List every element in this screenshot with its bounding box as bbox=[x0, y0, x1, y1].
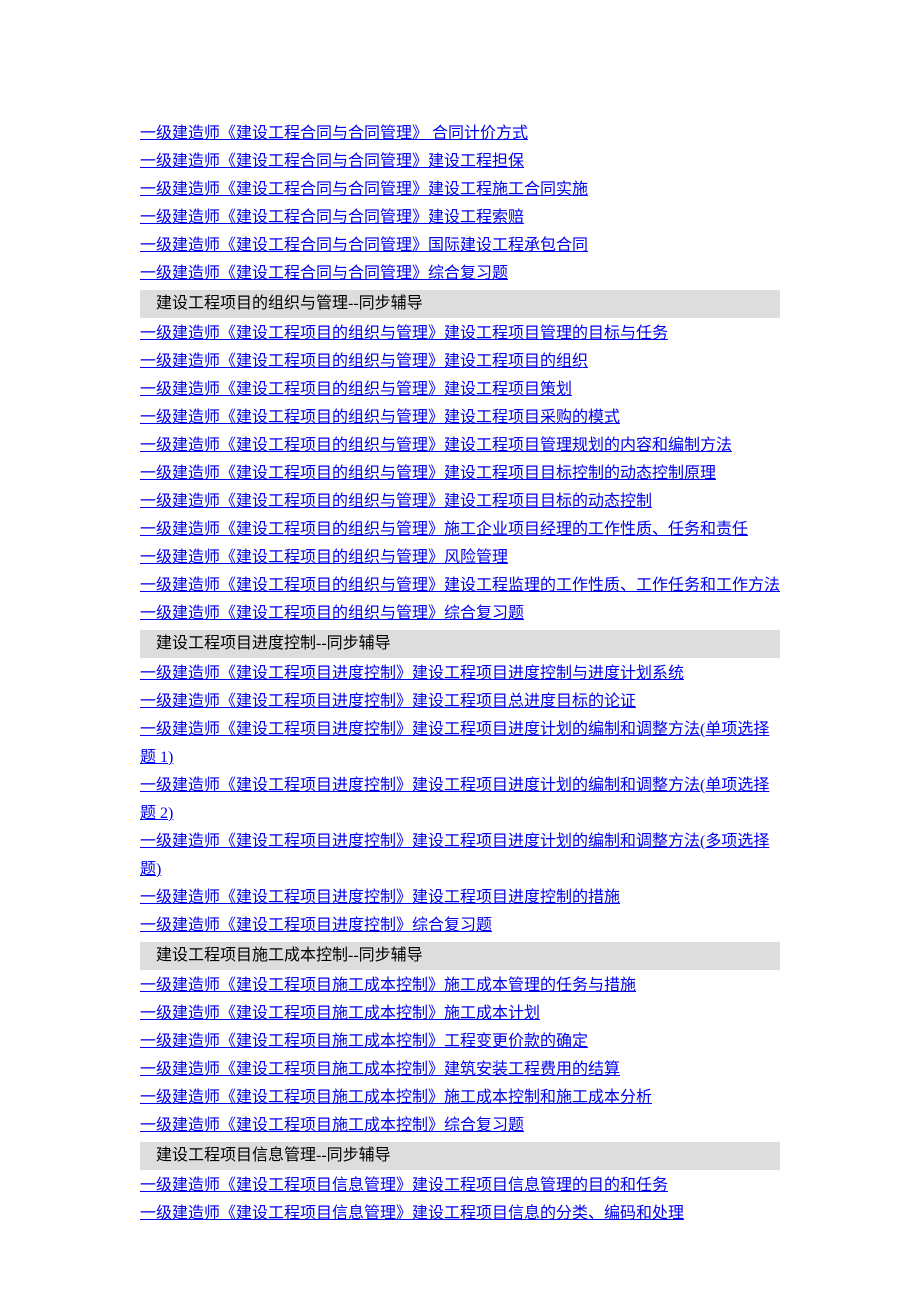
section-header: 建设工程项目进度控制--同步辅导 bbox=[140, 630, 780, 658]
list-item[interactable]: 一级建造师《建设工程合同与合同管理》国际建设工程承包合同 bbox=[140, 232, 780, 260]
list-item[interactable]: 一级建造师《建设工程项目施工成本控制》建筑安装工程费用的结算 bbox=[140, 1056, 780, 1084]
section-header: 建设工程项目信息管理--同步辅导 bbox=[140, 1142, 780, 1170]
list-item[interactable]: 一级建造师《建设工程项目的组织与管理》建设工程项目管理规划的内容和编制方法 bbox=[140, 432, 780, 460]
list-item[interactable]: 一级建造师《建设工程合同与合同管理》 合同计价方式 bbox=[140, 120, 780, 148]
list-item[interactable]: 一级建造师《建设工程项目进度控制》综合复习题 bbox=[140, 912, 780, 940]
list-item[interactable]: 一级建造师《建设工程项目进度控制》建设工程项目进度控制与进度计划系统 bbox=[140, 660, 780, 688]
list-item[interactable]: 一级建造师《建设工程项目进度控制》建设工程项目总进度目标的论证 bbox=[140, 688, 780, 716]
document-content: 一级建造师《建设工程合同与合同管理》 合同计价方式 一级建造师《建设工程合同与合… bbox=[140, 120, 780, 1228]
list-item[interactable]: 一级建造师《建设工程项目施工成本控制》工程变更价款的确定 bbox=[140, 1028, 780, 1056]
list-item[interactable]: 一级建造师《建设工程项目的组织与管理》风险管理 bbox=[140, 544, 780, 572]
list-item[interactable]: 一级建造师《建设工程项目的组织与管理》综合复习题 bbox=[140, 600, 780, 628]
list-item[interactable]: 一级建造师《建设工程项目的组织与管理》施工企业项目经理的工作性质、任务和责任 bbox=[140, 516, 780, 544]
list-item[interactable]: 一级建造师《建设工程项目进度控制》建设工程项目进度计划的编制和调整方法(单项选择… bbox=[140, 772, 780, 828]
list-item[interactable]: 一级建造师《建设工程合同与合同管理》建设工程索赔 bbox=[140, 204, 780, 232]
list-item[interactable]: 一级建造师《建设工程项目的组织与管理》建设工程项目策划 bbox=[140, 376, 780, 404]
list-item[interactable]: 一级建造师《建设工程项目信息管理》建设工程项目信息管理的目的和任务 bbox=[140, 1172, 780, 1200]
list-item[interactable]: 一级建造师《建设工程项目的组织与管理》建设工程监理的工作性质、工作任务和工作方法 bbox=[140, 572, 780, 600]
section-header: 建设工程项目的组织与管理--同步辅导 bbox=[140, 290, 780, 318]
list-item[interactable]: 一级建造师《建设工程项目施工成本控制》综合复习题 bbox=[140, 1112, 780, 1140]
section-header: 建设工程项目施工成本控制--同步辅导 bbox=[140, 942, 780, 970]
list-item[interactable]: 一级建造师《建设工程项目信息管理》建设工程项目信息的分类、编码和处理 bbox=[140, 1200, 780, 1228]
list-item[interactable]: 一级建造师《建设工程项目进度控制》建设工程项目进度计划的编制和调整方法(多项选择… bbox=[140, 828, 780, 884]
list-item[interactable]: 一级建造师《建设工程项目的组织与管理》建设工程项目目标的动态控制 bbox=[140, 488, 780, 516]
list-item[interactable]: 一级建造师《建设工程项目的组织与管理》建设工程项目的组织 bbox=[140, 348, 780, 376]
list-item[interactable]: 一级建造师《建设工程合同与合同管理》综合复习题 bbox=[140, 260, 780, 288]
list-item[interactable]: 一级建造师《建设工程项目的组织与管理》建设工程项目采购的模式 bbox=[140, 404, 780, 432]
list-item[interactable]: 一级建造师《建设工程项目施工成本控制》施工成本计划 bbox=[140, 1000, 780, 1028]
list-item[interactable]: 一级建造师《建设工程项目进度控制》建设工程项目进度计划的编制和调整方法(单项选择… bbox=[140, 716, 780, 772]
list-item[interactable]: 一级建造师《建设工程合同与合同管理》建设工程担保 bbox=[140, 148, 780, 176]
list-item[interactable]: 一级建造师《建设工程合同与合同管理》建设工程施工合同实施 bbox=[140, 176, 780, 204]
list-item[interactable]: 一级建造师《建设工程项目的组织与管理》建设工程项目管理的目标与任务 bbox=[140, 320, 780, 348]
list-item[interactable]: 一级建造师《建设工程项目的组织与管理》建设工程项目目标控制的动态控制原理 bbox=[140, 460, 780, 488]
list-item[interactable]: 一级建造师《建设工程项目施工成本控制》施工成本管理的任务与措施 bbox=[140, 972, 780, 1000]
list-item[interactable]: 一级建造师《建设工程项目施工成本控制》施工成本控制和施工成本分析 bbox=[140, 1084, 780, 1112]
list-item[interactable]: 一级建造师《建设工程项目进度控制》建设工程项目进度控制的措施 bbox=[140, 884, 780, 912]
